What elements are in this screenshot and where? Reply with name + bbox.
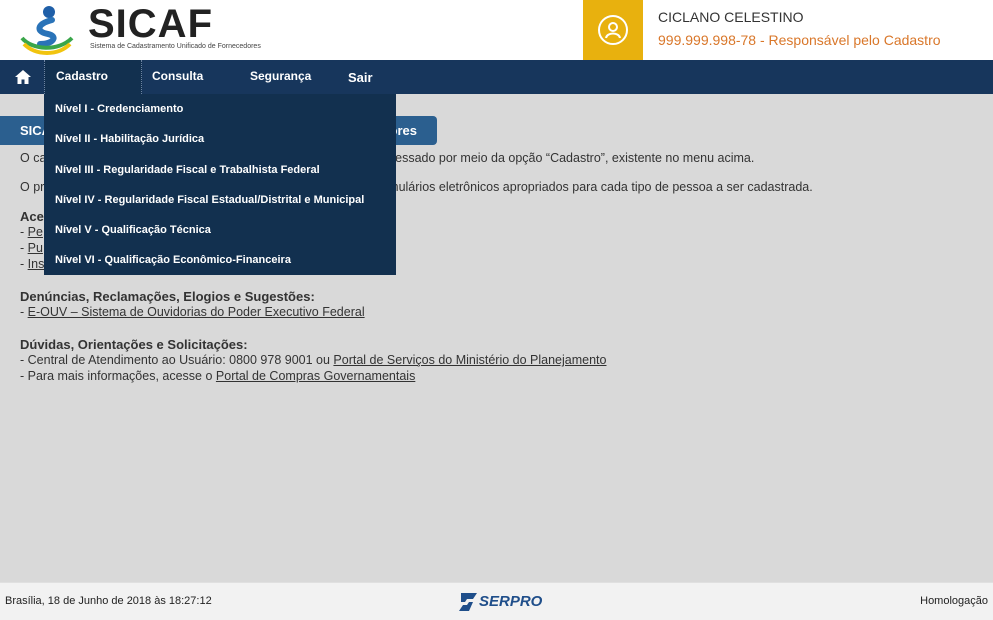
access-list-item: - Ins <box>20 257 44 271</box>
access-list-item: - Pe <box>20 225 43 239</box>
access-link-1[interactable]: Pe <box>28 225 43 239</box>
duvidas-heading: Dúvidas, Orientações e Solicitações: <box>20 337 248 352</box>
menu-item-nivel-5[interactable]: Nível V - Qualificação Técnica <box>55 215 385 245</box>
serpro-logo-icon <box>459 593 477 611</box>
user-role: 999.999.998-78 - Responsável pelo Cadast… <box>658 32 941 48</box>
nav-consulta[interactable]: Consulta <box>152 60 203 94</box>
main-navbar: Cadastro Consulta Segurança Sair <box>0 60 993 94</box>
access-list-item: - Pu <box>20 241 43 255</box>
nav-cadastro[interactable]: Cadastro <box>44 60 142 94</box>
cadastro-dropdown-menu: Nível I - Credenciamento Nível II - Habi… <box>44 94 396 275</box>
nav-seguranca[interactable]: Segurança <box>250 60 311 94</box>
denuncias-heading: Denúncias, Reclamações, Elogios e Sugest… <box>20 289 315 304</box>
denuncias-list-item: - E-OUV – Sistema de Ouvidorias do Poder… <box>20 305 365 319</box>
menu-item-nivel-6[interactable]: Nível VI - Qualificação Econômico-Financ… <box>55 245 385 275</box>
sicaf-logo-icon <box>20 6 74 55</box>
mais-informacoes-line: - Para mais informações, acesse o Portal… <box>20 369 415 383</box>
mais-informacoes-text: - Para mais informações, acesse o <box>20 369 216 383</box>
portal-compras-link[interactable]: Portal de Compras Governamentais <box>216 369 415 383</box>
access-link-3[interactable]: Ins <box>28 257 45 271</box>
portal-servicos-link[interactable]: Portal de Serviços do Ministério do Plan… <box>333 353 606 367</box>
list-dash: - <box>20 241 28 255</box>
list-dash: - <box>20 225 28 239</box>
menu-item-nivel-1[interactable]: Nível I - Credenciamento <box>55 94 385 124</box>
user-avatar[interactable] <box>583 0 643 60</box>
menu-item-nivel-3[interactable]: Nível III - Regularidade Fiscal e Trabal… <box>55 155 385 185</box>
serpro-logo-text: SERPRO <box>479 593 543 610</box>
app-subtitle: Sistema de Cadastramento Unificado de Fo… <box>90 43 261 50</box>
list-dash: - <box>20 257 28 271</box>
nav-sair[interactable]: Sair <box>348 61 373 95</box>
access-heading: Ace <box>20 209 44 224</box>
footer: Brasília, 18 de Junho de 2018 às 18:27:1… <box>0 582 993 620</box>
app-title: SICAF <box>88 2 213 46</box>
paragraph-2-start: O pr <box>20 180 45 194</box>
user-name: CICLANO CELESTINO <box>658 9 804 25</box>
central-atendimento-line: - Central de Atendimento ao Usuário: 080… <box>20 353 606 367</box>
access-link-2[interactable]: Pu <box>28 241 43 255</box>
home-icon[interactable] <box>14 69 32 85</box>
menu-item-nivel-4[interactable]: Nível IV - Regularidade Fiscal Estadual/… <box>55 185 385 215</box>
central-atendimento-text: - Central de Atendimento ao Usuário: 080… <box>20 353 334 367</box>
e-ouv-link[interactable]: E-OUV – Sistema de Ouvidorias do Poder E… <box>28 305 365 319</box>
menu-item-nivel-2[interactable]: Nível II - Habilitação Jurídica <box>55 124 385 154</box>
paragraph-1-end: eressado por meio da opção “Cadastro”, e… <box>384 151 755 165</box>
list-dash: - <box>20 305 28 319</box>
paragraph-2-end: rmulários eletrônicos apropriados para c… <box>384 180 813 194</box>
serpro-logo: SERPRO <box>457 591 543 613</box>
footer-datetime: Brasília, 18 de Junho de 2018 às 18:27:1… <box>5 595 212 607</box>
user-icon <box>598 15 628 45</box>
footer-environment: Homologação <box>920 595 988 607</box>
paragraph-1-start: O ca <box>20 151 47 165</box>
header: SICAF Sistema de Cadastramento Unificado… <box>0 0 993 60</box>
